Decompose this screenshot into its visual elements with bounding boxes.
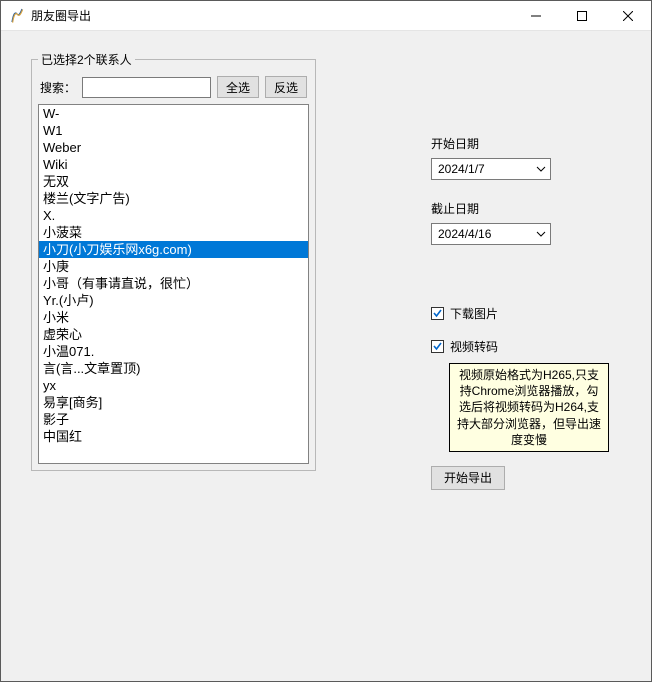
video-transcode-label: 视频转码 [450, 338, 498, 355]
chevron-down-icon [536, 229, 546, 239]
contacts-legend: 已选择2个联系人 [38, 51, 135, 68]
end-date-combo[interactable]: 2024/4/16 [431, 223, 551, 245]
list-item[interactable]: 小刀(小刀娱乐网x6g.com) [39, 241, 308, 258]
end-date-value: 2024/4/16 [438, 227, 491, 241]
client-area: 已选择2个联系人 搜索： 全选 反选 W-W1WeberWiki无双楼兰(文字广… [1, 31, 651, 681]
list-item[interactable]: 言(言...文章置顶) [39, 360, 308, 377]
list-item[interactable]: 虚荣心 [39, 326, 308, 343]
download-images-checkbox[interactable]: 下载图片 [431, 305, 627, 322]
search-label: 搜索： [40, 79, 76, 96]
chevron-down-icon [536, 164, 546, 174]
list-item[interactable]: 中国红 [39, 428, 308, 445]
list-item[interactable]: 无双 [39, 173, 308, 190]
list-item[interactable]: 小菠菜 [39, 224, 308, 241]
titlebar: 朋友圈导出 [1, 1, 651, 31]
video-transcode-tooltip: 视频原始格式为H265,只支持Chrome浏览器播放，勾选后将视频转码为H264… [449, 363, 609, 452]
start-date-label: 开始日期 [431, 135, 627, 152]
search-input[interactable] [82, 77, 211, 98]
close-button[interactable] [605, 1, 651, 30]
window-controls [513, 1, 651, 30]
list-item[interactable]: Wiki [39, 156, 308, 173]
list-item[interactable]: 小庚 [39, 258, 308, 275]
list-item[interactable]: Weber [39, 139, 308, 156]
list-item[interactable]: 小米 [39, 309, 308, 326]
contacts-fieldset: 已选择2个联系人 搜索： 全选 反选 W-W1WeberWiki无双楼兰(文字广… [31, 51, 316, 471]
list-item[interactable]: 小哥（有事请直说，很忙） [39, 275, 308, 292]
list-item[interactable]: yx [39, 377, 308, 394]
spacer [431, 265, 627, 305]
app-icon [9, 8, 25, 24]
list-item[interactable]: W- [39, 105, 308, 122]
list-item[interactable]: 楼兰(文字广告) [39, 190, 308, 207]
left-column: 已选择2个联系人 搜索： 全选 反选 W-W1WeberWiki无双楼兰(文字广… [31, 51, 261, 657]
window-title: 朋友圈导出 [31, 7, 513, 24]
list-item[interactable]: Yr.(小卢) [39, 292, 308, 309]
right-column: 开始日期 2024/1/7 截止日期 2024/4/16 下载图片 视频转码 视… [281, 51, 627, 657]
video-transcode-checkbox[interactable]: 视频转码 [431, 338, 627, 355]
search-row: 搜索： 全选 反选 [38, 74, 309, 104]
list-item[interactable]: 影子 [39, 411, 308, 428]
start-date-value: 2024/1/7 [438, 162, 485, 176]
app-window: 朋友圈导出 已选择2个联系人 搜索： 全选 反选 W-W1WeberWiki无双… [0, 0, 652, 682]
checkbox-box [431, 340, 444, 353]
maximize-button[interactable] [559, 1, 605, 30]
list-item[interactable]: X. [39, 207, 308, 224]
start-export-button[interactable]: 开始导出 [431, 466, 505, 490]
contacts-listbox[interactable]: W-W1WeberWiki无双楼兰(文字广告)X.小菠菜小刀(小刀娱乐网x6g.… [38, 104, 309, 464]
download-images-label: 下载图片 [450, 305, 498, 322]
checkbox-box [431, 307, 444, 320]
select-all-button[interactable]: 全选 [217, 76, 259, 98]
list-item[interactable]: 小温071. [39, 343, 308, 360]
minimize-button[interactable] [513, 1, 559, 30]
end-date-label: 截止日期 [431, 200, 627, 217]
list-item[interactable]: W1 [39, 122, 308, 139]
start-date-combo[interactable]: 2024/1/7 [431, 158, 551, 180]
list-item[interactable]: 易享[商务] [39, 394, 308, 411]
